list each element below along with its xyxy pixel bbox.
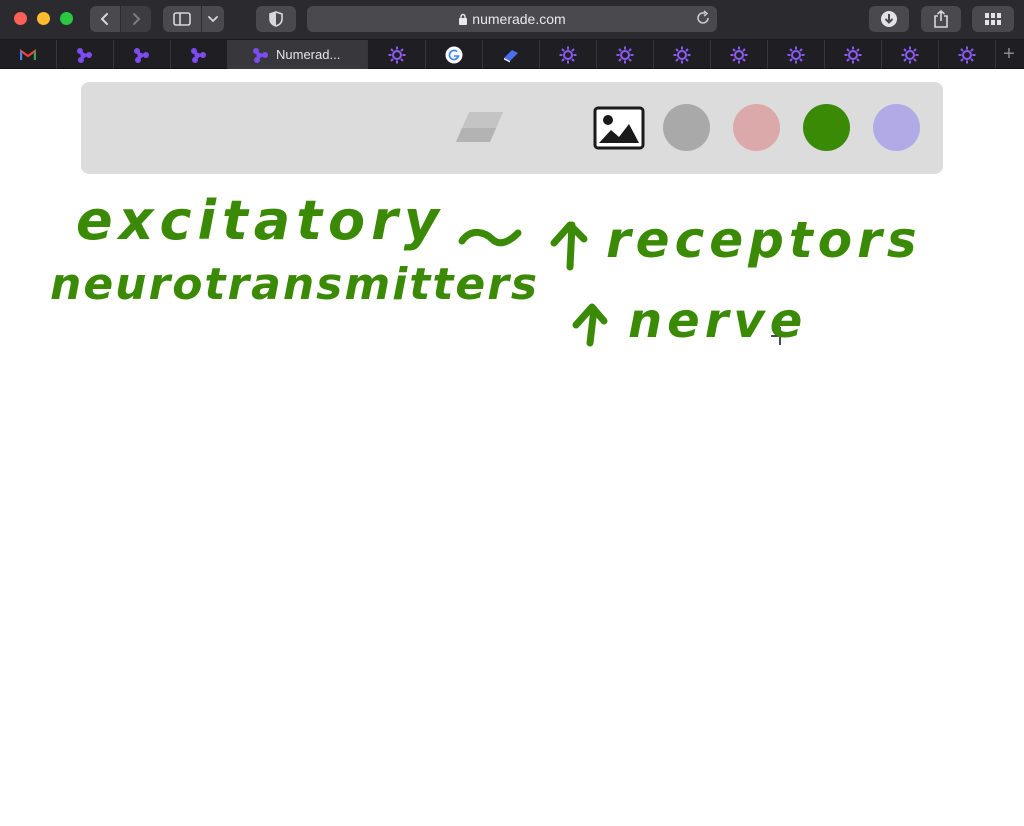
sidebar-icon — [173, 12, 191, 26]
zoom-window-button[interactable] — [60, 12, 73, 25]
insert-image-tool[interactable] — [593, 106, 645, 155]
settings-sun-icon — [616, 46, 634, 64]
handwritten-receptors: receptors — [606, 211, 922, 269]
image-icon — [593, 106, 645, 150]
chevron-left-icon — [100, 13, 108, 25]
tab-overview-button[interactable] — [972, 6, 1014, 32]
minimize-window-button[interactable] — [37, 12, 50, 25]
tab-title: Numerad... — [276, 47, 341, 62]
tab-item[interactable] — [882, 40, 939, 69]
chevron-down-icon — [208, 16, 218, 23]
sidebar-menu-button[interactable] — [202, 6, 224, 32]
tab-item[interactable] — [171, 40, 228, 69]
tab-item[interactable] — [0, 40, 57, 69]
grid-icon — [985, 13, 1001, 25]
settings-sun-icon — [730, 46, 748, 64]
numerade-icon — [190, 47, 208, 63]
tab-active[interactable]: Numerad... — [228, 40, 368, 69]
gmail-icon — [20, 48, 36, 61]
settings-sun-icon — [901, 46, 919, 64]
tilde-stroke — [458, 229, 522, 247]
up-arrow-stroke — [550, 221, 588, 271]
tab-bar: Numerad... + — [0, 40, 1024, 69]
numerade-icon — [76, 47, 94, 63]
settings-sun-icon — [844, 46, 862, 64]
tab-item[interactable] — [825, 40, 882, 69]
whiteboard-canvas[interactable]: excitatory neurotransmitters receptors n… — [0, 175, 1024, 826]
address-bar[interactable]: numerade.com — [307, 6, 717, 32]
browser-titlebar: numerade.com — [0, 0, 1024, 40]
color-swatch[interactable] — [873, 104, 920, 151]
tab-item[interactable] — [939, 40, 996, 69]
color-swatch[interactable] — [663, 104, 710, 151]
book-icon — [502, 47, 520, 63]
settings-sun-icon — [958, 46, 976, 64]
handwritten-neurotransmitters: neurotransmitters — [50, 259, 540, 310]
reload-icon[interactable] — [695, 10, 711, 26]
google-icon — [445, 46, 463, 64]
tab-item[interactable] — [768, 40, 825, 69]
forward-button[interactable] — [121, 6, 151, 32]
chevron-right-icon — [133, 13, 141, 25]
tab-item[interactable] — [711, 40, 768, 69]
tab-item[interactable] — [369, 40, 426, 69]
back-button[interactable] — [90, 6, 120, 32]
download-icon — [881, 11, 897, 27]
eraser-icon — [456, 112, 503, 142]
settings-sun-icon — [787, 46, 805, 64]
lock-icon — [459, 13, 468, 25]
numerade-icon — [252, 47, 270, 63]
address-text-wrap: numerade.com — [307, 11, 717, 27]
up-arrow-stroke-2 — [572, 303, 608, 347]
handwritten-excitatory: excitatory — [76, 189, 445, 252]
share-icon — [934, 10, 948, 28]
color-swatch[interactable] — [803, 104, 850, 151]
tab-item[interactable] — [483, 40, 540, 69]
eraser-tool[interactable] — [453, 108, 505, 153]
shield-icon — [269, 11, 283, 27]
sidebar-toggle-button[interactable] — [163, 6, 201, 32]
privacy-report-button[interactable] — [256, 6, 296, 32]
share-button[interactable] — [921, 6, 961, 32]
tab-item[interactable] — [114, 40, 171, 69]
handwritten-nerve: nerve — [628, 293, 808, 349]
new-tab-button[interactable]: + — [998, 43, 1020, 65]
tab-item[interactable] — [426, 40, 483, 69]
tab-item[interactable] — [57, 40, 114, 69]
numerade-icon — [133, 47, 151, 63]
settings-sun-icon — [673, 46, 691, 64]
tab-item[interactable] — [540, 40, 597, 69]
tab-item[interactable] — [597, 40, 654, 69]
downloads-button[interactable] — [869, 6, 909, 32]
settings-sun-icon — [559, 46, 577, 64]
color-swatch[interactable] — [733, 104, 780, 151]
settings-sun-icon — [388, 46, 406, 64]
url-text: numerade.com — [472, 11, 566, 27]
close-window-button[interactable] — [14, 12, 27, 25]
tab-item[interactable] — [654, 40, 711, 69]
drawing-toolbar — [81, 82, 943, 174]
